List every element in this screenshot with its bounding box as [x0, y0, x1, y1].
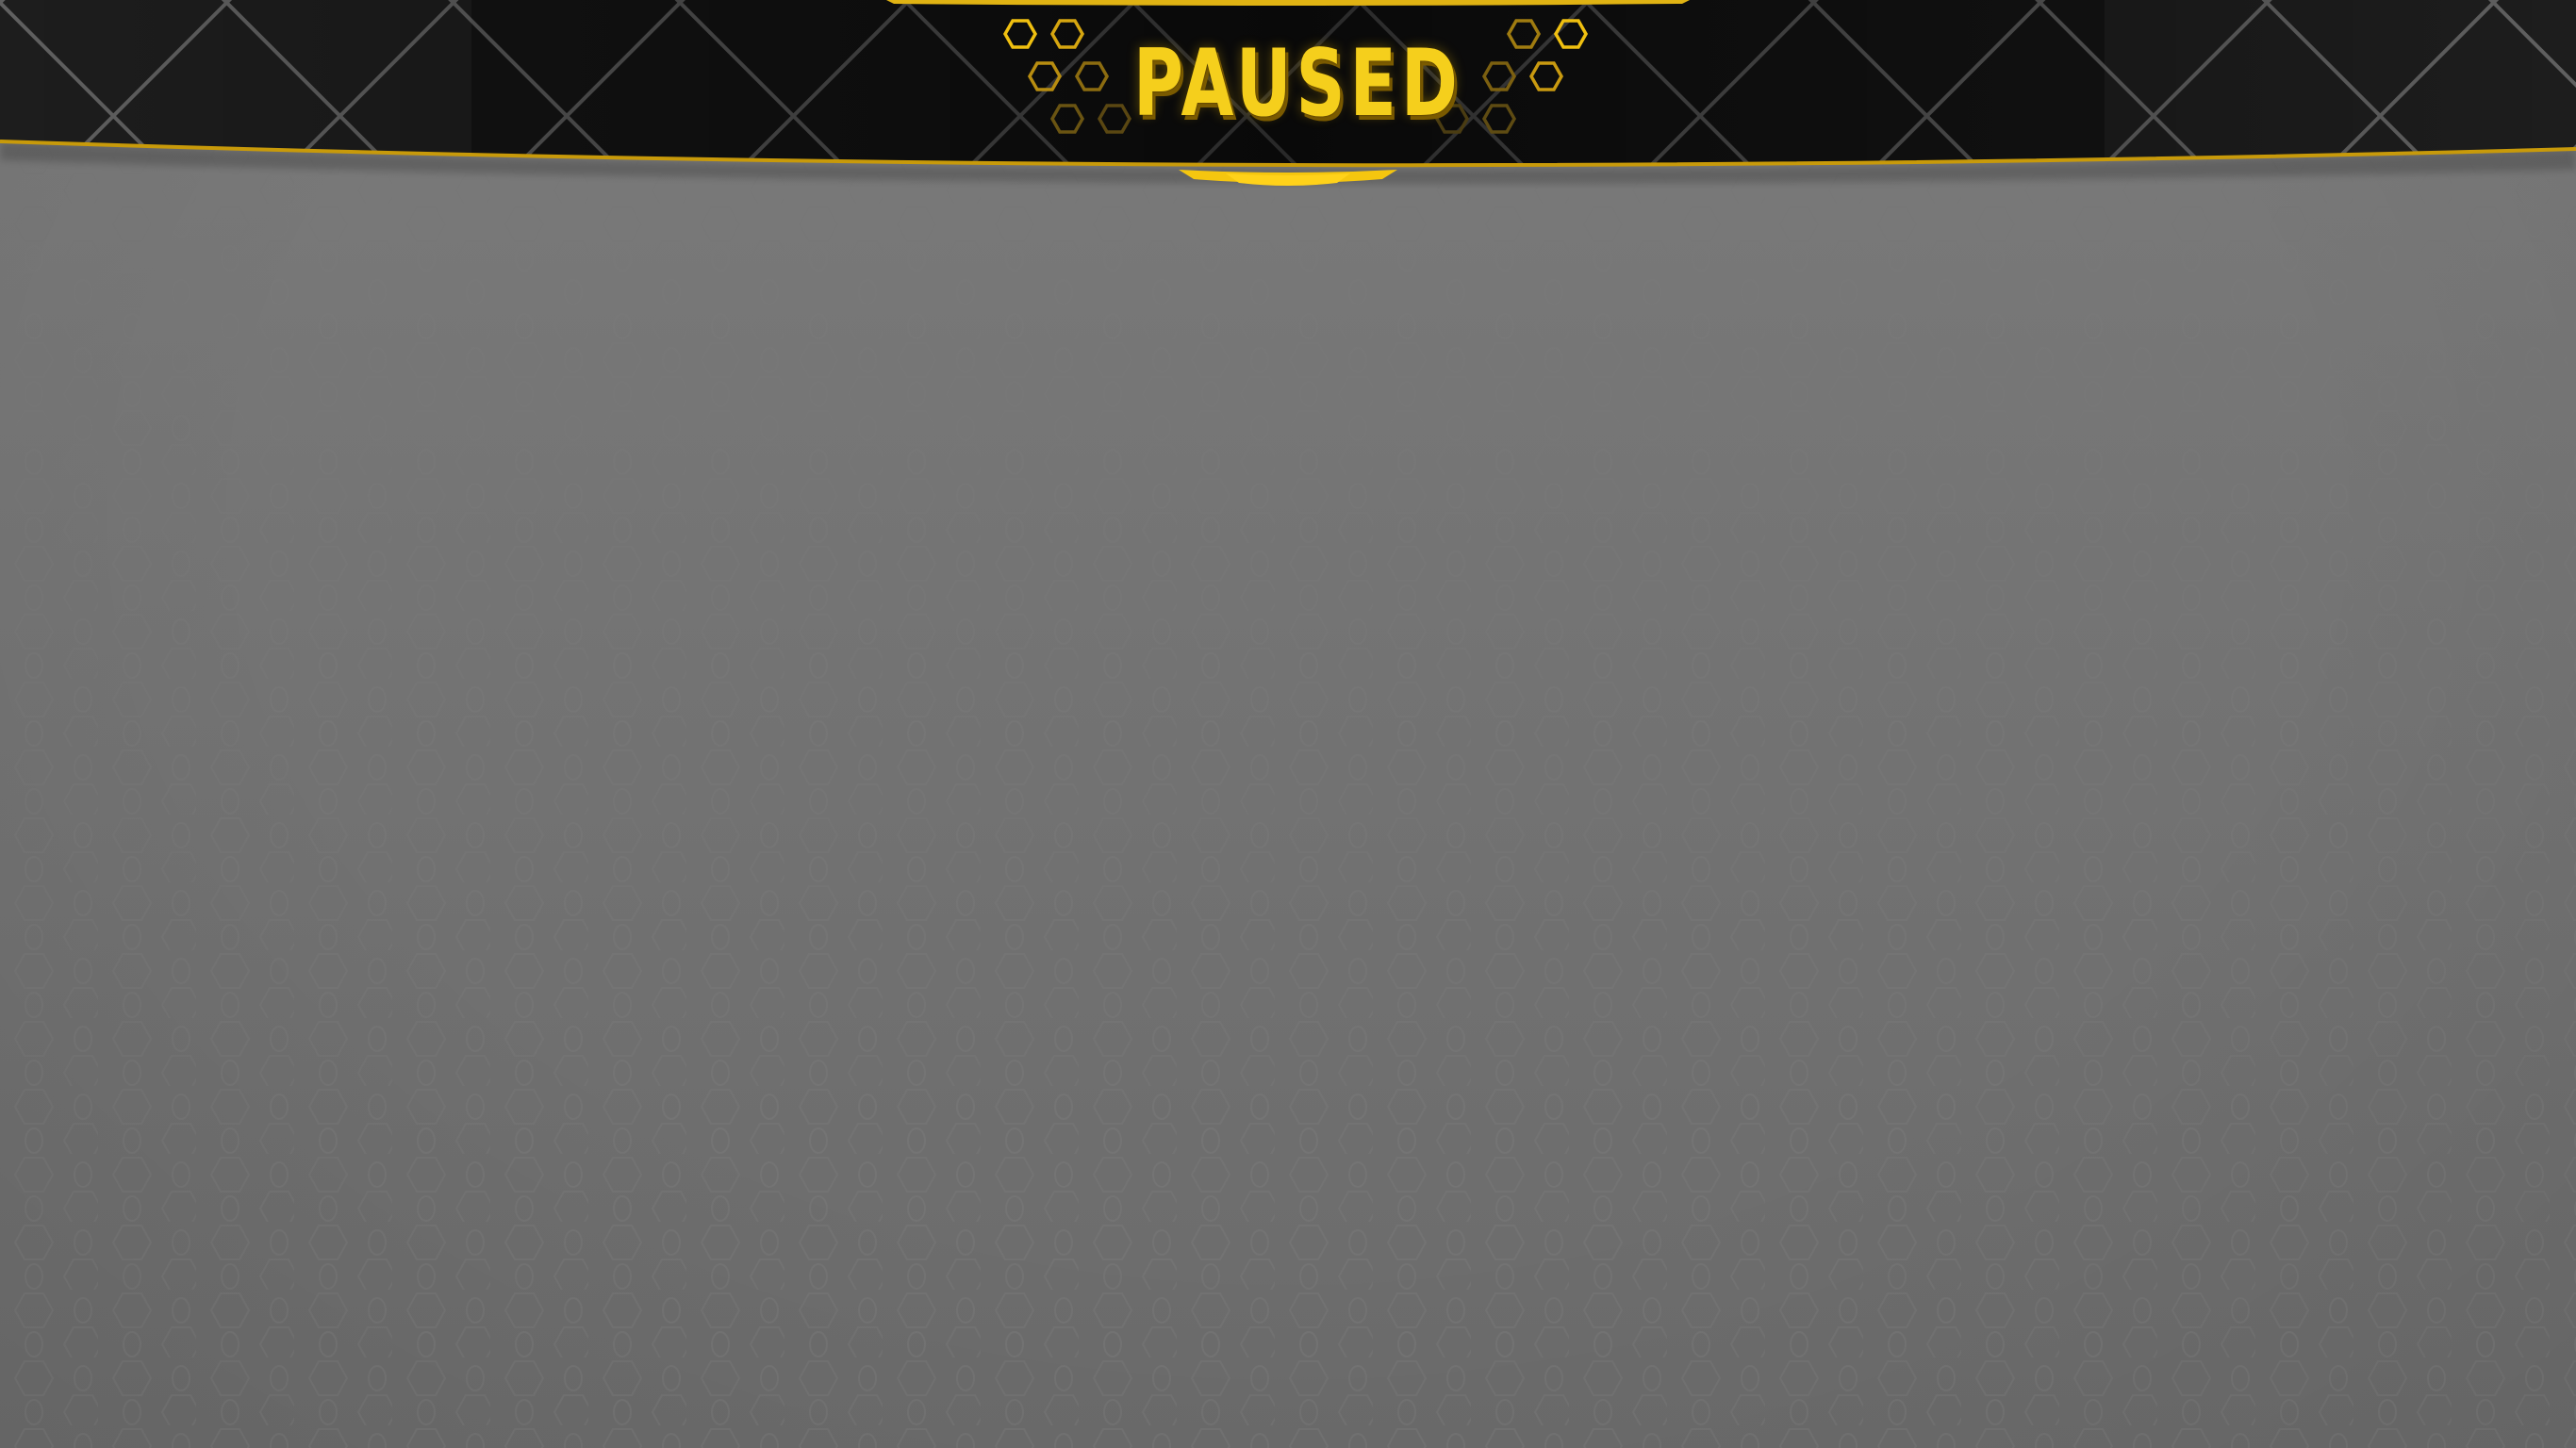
pause-screen: PAUSED [0, 0, 2576, 1448]
hex-background-pattern [0, 0, 2576, 1448]
pause-header-banner: PAUSED [0, 0, 2576, 189]
paused-title: PAUSED [1133, 30, 1462, 138]
